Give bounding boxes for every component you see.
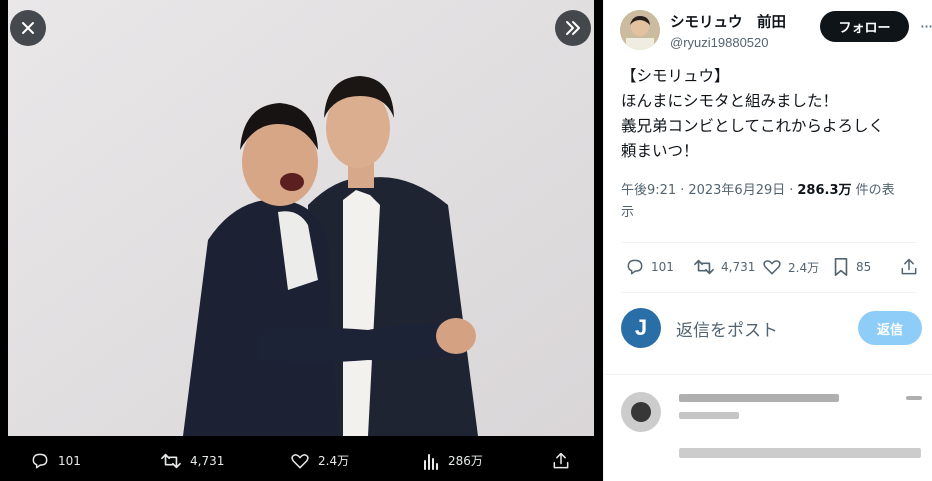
- media-share-button[interactable]: [551, 440, 571, 481]
- bookmark-count: 85: [856, 260, 872, 274]
- reply-icon: [32, 453, 48, 468]
- bookmark-icon: [834, 258, 848, 276]
- repost-icon: [694, 259, 714, 275]
- reply-button[interactable]: 101: [625, 252, 674, 282]
- media-repost-count: 4,731: [190, 453, 225, 468]
- tweet-header: シモリュウ 前田 @ryuzi19880520 フォロー ···: [620, 10, 932, 52]
- reply-composer: J 返信をポスト 返信: [621, 306, 922, 350]
- reply-input[interactable]: 返信をポスト: [676, 314, 846, 342]
- tweet-text-line: ほんまにシモタと組みました！: [621, 92, 839, 110]
- close-button[interactable]: [10, 10, 46, 46]
- divider: [604, 374, 932, 375]
- views-chart-icon: [424, 453, 438, 470]
- tweet-text: 【シモリュウ】 ほんまにシモタと組みました！ 義兄弟コンビとしてこれからよろしく…: [621, 64, 921, 164]
- close-icon: [22, 22, 34, 34]
- media-reply-button[interactable]: 101: [30, 440, 81, 481]
- tweet-view-suffix-2: 示: [621, 205, 635, 220]
- reply-submit-button[interactable]: 返信: [858, 311, 922, 345]
- repost-count: 4,731: [721, 260, 756, 274]
- meta-separator: ·: [680, 183, 685, 198]
- current-user-avatar[interactable]: J: [621, 308, 661, 348]
- tweet-meta: 午後9:21 · 2023年6月29日 · 286.3万 件の表示: [621, 180, 911, 224]
- tweet-text-line: 義兄弟コンビとしてこれからよろしく: [621, 117, 885, 135]
- share-icon: [901, 258, 917, 275]
- heart-icon: [763, 260, 781, 275]
- tweet-photo[interactable]: [8, 0, 594, 436]
- repost-button[interactable]: 4,731: [693, 252, 755, 282]
- media-views-button[interactable]: 286万: [422, 440, 483, 481]
- media-repost-button[interactable]: 4,731: [160, 440, 224, 481]
- media-viewer: 101 4,731 2.4万 286万: [0, 0, 603, 481]
- media-views-count: 286万: [448, 454, 483, 468]
- blurred-avatar-center: [631, 402, 651, 422]
- next-media-button[interactable]: [555, 10, 591, 46]
- author-display-name[interactable]: シモリュウ 前田: [670, 11, 786, 32]
- blurred-text: [906, 396, 922, 400]
- tweet-text-line: 頼まいつ！: [621, 142, 699, 160]
- blurred-text: [679, 448, 921, 458]
- follow-button[interactable]: フォロー: [820, 11, 909, 42]
- tweet-time[interactable]: 午後9:21: [621, 183, 676, 198]
- repost-icon: [161, 453, 181, 468]
- tweet-view-count: 286.3万: [797, 183, 852, 198]
- author-avatar[interactable]: [620, 10, 660, 50]
- like-count: 2.4万: [788, 260, 820, 275]
- media-like-count: 2.4万: [318, 454, 350, 468]
- blurred-text: [679, 394, 839, 402]
- next-double-chevron-icon: [566, 21, 580, 35]
- media-reply-count: 101: [58, 453, 81, 468]
- more-options-icon[interactable]: ···: [917, 14, 932, 38]
- bookmark-button[interactable]: 85: [832, 252, 871, 282]
- divider: [621, 292, 917, 293]
- tweet-text-line: 【シモリュウ】: [621, 67, 730, 85]
- media-action-bar: 101 4,731 2.4万 286万: [0, 440, 603, 481]
- tweet-actions: 101 4,731 2.4万 85: [621, 252, 921, 282]
- like-button[interactable]: 2.4万: [762, 252, 819, 282]
- divider: [621, 242, 917, 243]
- media-like-button[interactable]: 2.4万: [290, 440, 349, 481]
- blurred-text: [679, 412, 739, 419]
- reply-count: 101: [651, 260, 674, 274]
- author-names: シモリュウ 前田 @ryuzi19880520: [670, 11, 786, 50]
- meta-separator: ·: [789, 183, 794, 198]
- share-icon: [553, 452, 569, 468]
- tweet-panel: シモリュウ 前田 @ryuzi19880520 フォロー ··· 【シモリュウ】…: [603, 0, 932, 481]
- author-handle[interactable]: @ryuzi19880520: [670, 35, 786, 50]
- heart-icon: [291, 453, 309, 468]
- share-button[interactable]: [899, 252, 919, 282]
- reply-icon: [627, 259, 643, 275]
- tweet-view-suffix: 件の表: [851, 183, 895, 198]
- blurred-reply: [621, 388, 926, 478]
- tweet-date[interactable]: 2023年6月29日: [688, 183, 785, 198]
